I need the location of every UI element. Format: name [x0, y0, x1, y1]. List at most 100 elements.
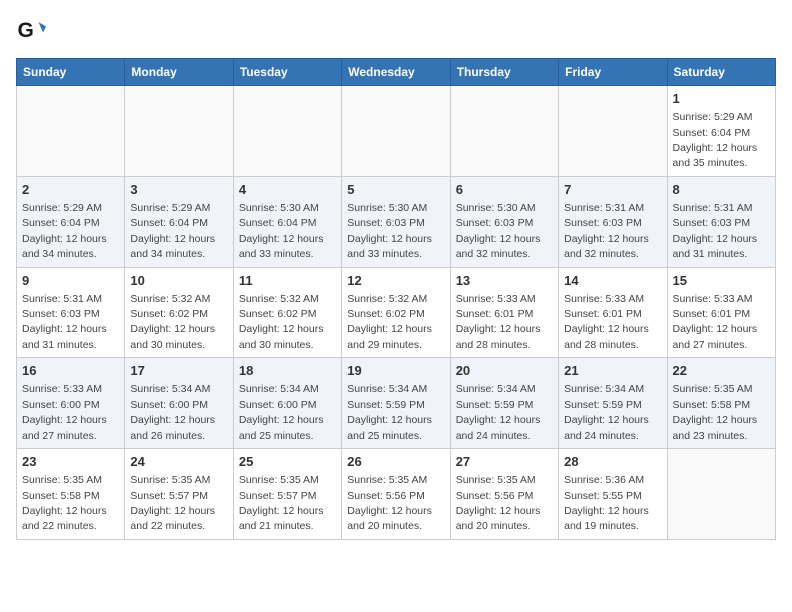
day-info: Sunrise: 5:34 AM Sunset: 5:59 PM Dayligh…	[456, 383, 541, 441]
day-number: 16	[22, 362, 119, 380]
day-info: Sunrise: 5:30 AM Sunset: 6:03 PM Dayligh…	[347, 202, 432, 260]
logo-icon: G	[16, 16, 46, 46]
day-number: 12	[347, 272, 444, 290]
weekday-header: Wednesday	[342, 59, 450, 86]
day-info: Sunrise: 5:32 AM Sunset: 6:02 PM Dayligh…	[239, 293, 324, 351]
day-info: Sunrise: 5:32 AM Sunset: 6:02 PM Dayligh…	[130, 293, 215, 351]
day-info: Sunrise: 5:34 AM Sunset: 6:00 PM Dayligh…	[130, 383, 215, 441]
calendar-cell: 18 Sunrise: 5:34 AM Sunset: 6:00 PM Dayli…	[233, 358, 341, 449]
weekday-header-row: SundayMondayTuesdayWednesdayThursdayFrid…	[17, 59, 776, 86]
calendar-cell: 6 Sunrise: 5:30 AM Sunset: 6:03 PM Daylig…	[450, 176, 558, 267]
day-number: 10	[130, 272, 227, 290]
calendar-cell: 24 Sunrise: 5:35 AM Sunset: 5:57 PM Dayli…	[125, 449, 233, 540]
calendar-cell	[125, 86, 233, 177]
day-info: Sunrise: 5:36 AM Sunset: 5:55 PM Dayligh…	[564, 474, 649, 532]
day-info: Sunrise: 5:29 AM Sunset: 6:04 PM Dayligh…	[130, 202, 215, 260]
calendar-cell: 27 Sunrise: 5:35 AM Sunset: 5:56 PM Dayli…	[450, 449, 558, 540]
day-number: 24	[130, 453, 227, 471]
day-number: 17	[130, 362, 227, 380]
weekday-header: Tuesday	[233, 59, 341, 86]
calendar-cell	[17, 86, 125, 177]
day-info: Sunrise: 5:35 AM Sunset: 5:57 PM Dayligh…	[130, 474, 215, 532]
calendar-cell: 21 Sunrise: 5:34 AM Sunset: 5:59 PM Dayli…	[559, 358, 667, 449]
calendar-cell: 17 Sunrise: 5:34 AM Sunset: 6:00 PM Dayli…	[125, 358, 233, 449]
day-info: Sunrise: 5:35 AM Sunset: 5:56 PM Dayligh…	[347, 474, 432, 532]
day-number: 21	[564, 362, 661, 380]
day-number: 3	[130, 181, 227, 199]
weekday-header: Thursday	[450, 59, 558, 86]
day-info: Sunrise: 5:34 AM Sunset: 5:59 PM Dayligh…	[564, 383, 649, 441]
calendar-cell	[450, 86, 558, 177]
day-info: Sunrise: 5:30 AM Sunset: 6:03 PM Dayligh…	[456, 202, 541, 260]
calendar-cell: 5 Sunrise: 5:30 AM Sunset: 6:03 PM Daylig…	[342, 176, 450, 267]
day-info: Sunrise: 5:35 AM Sunset: 5:57 PM Dayligh…	[239, 474, 324, 532]
calendar-cell	[559, 86, 667, 177]
calendar-cell: 23Sunrise: 5:35 AM Sunset: 5:58 PM Dayli…	[17, 449, 125, 540]
day-number: 15	[673, 272, 770, 290]
calendar-cell: 8 Sunrise: 5:31 AM Sunset: 6:03 PM Daylig…	[667, 176, 775, 267]
calendar-cell: 26 Sunrise: 5:35 AM Sunset: 5:56 PM Dayli…	[342, 449, 450, 540]
day-number: 13	[456, 272, 553, 290]
day-number: 28	[564, 453, 661, 471]
day-number: 14	[564, 272, 661, 290]
day-number: 25	[239, 453, 336, 471]
day-number: 7	[564, 181, 661, 199]
calendar-week-row: 1 Sunrise: 5:29 AM Sunset: 6:04 PM Daylig…	[17, 86, 776, 177]
logo: G	[16, 16, 48, 46]
day-number: 11	[239, 272, 336, 290]
calendar-cell: 4 Sunrise: 5:30 AM Sunset: 6:04 PM Daylig…	[233, 176, 341, 267]
weekday-header: Friday	[559, 59, 667, 86]
day-info: Sunrise: 5:35 AM Sunset: 5:58 PM Dayligh…	[673, 383, 758, 441]
day-info: Sunrise: 5:33 AM Sunset: 6:00 PM Dayligh…	[22, 383, 107, 441]
day-info: Sunrise: 5:35 AM Sunset: 5:56 PM Dayligh…	[456, 474, 541, 532]
day-number: 2	[22, 181, 119, 199]
day-number: 4	[239, 181, 336, 199]
day-number: 18	[239, 362, 336, 380]
svg-text:G: G	[18, 19, 34, 42]
day-info: Sunrise: 5:34 AM Sunset: 5:59 PM Dayligh…	[347, 383, 432, 441]
day-number: 6	[456, 181, 553, 199]
calendar-cell: 20 Sunrise: 5:34 AM Sunset: 5:59 PM Dayli…	[450, 358, 558, 449]
day-number: 22	[673, 362, 770, 380]
day-number: 19	[347, 362, 444, 380]
day-number: 27	[456, 453, 553, 471]
calendar-cell: 16 Sunrise: 5:33 AM Sunset: 6:00 PM Dayli…	[17, 358, 125, 449]
day-info: Sunrise: 5:33 AM Sunset: 6:01 PM Dayligh…	[673, 293, 758, 351]
calendar-cell: 13Sunrise: 5:33 AM Sunset: 6:01 PM Dayli…	[450, 267, 558, 358]
day-info: Sunrise: 5:31 AM Sunset: 6:03 PM Dayligh…	[22, 293, 107, 351]
day-number: 8	[673, 181, 770, 199]
day-info: Sunrise: 5:31 AM Sunset: 6:03 PM Dayligh…	[564, 202, 649, 260]
weekday-header: Sunday	[17, 59, 125, 86]
day-number: 20	[456, 362, 553, 380]
calendar-cell: 28 Sunrise: 5:36 AM Sunset: 5:55 PM Dayli…	[559, 449, 667, 540]
day-info: Sunrise: 5:29 AM Sunset: 6:04 PM Dayligh…	[673, 111, 758, 169]
calendar-cell: 19 Sunrise: 5:34 AM Sunset: 5:59 PM Dayli…	[342, 358, 450, 449]
day-info: Sunrise: 5:31 AM Sunset: 6:03 PM Dayligh…	[673, 202, 758, 260]
page-header: G	[16, 16, 776, 46]
calendar-cell	[233, 86, 341, 177]
day-info: Sunrise: 5:30 AM Sunset: 6:04 PM Dayligh…	[239, 202, 324, 260]
calendar-week-row: 16 Sunrise: 5:33 AM Sunset: 6:00 PM Dayli…	[17, 358, 776, 449]
day-number: 5	[347, 181, 444, 199]
calendar-week-row: 23Sunrise: 5:35 AM Sunset: 5:58 PM Dayli…	[17, 449, 776, 540]
calendar-cell	[667, 449, 775, 540]
calendar-cell: 7 Sunrise: 5:31 AM Sunset: 6:03 PM Daylig…	[559, 176, 667, 267]
calendar-cell	[342, 86, 450, 177]
calendar-cell: 22 Sunrise: 5:35 AM Sunset: 5:58 PM Dayli…	[667, 358, 775, 449]
day-number: 1	[673, 90, 770, 108]
day-info: Sunrise: 5:34 AM Sunset: 6:00 PM Dayligh…	[239, 383, 324, 441]
day-number: 26	[347, 453, 444, 471]
calendar-cell: 14 Sunrise: 5:33 AM Sunset: 6:01 PM Dayli…	[559, 267, 667, 358]
calendar-cell: 2 Sunrise: 5:29 AM Sunset: 6:04 PM Daylig…	[17, 176, 125, 267]
calendar-cell: 11 Sunrise: 5:32 AM Sunset: 6:02 PM Dayli…	[233, 267, 341, 358]
calendar-cell: 12Sunrise: 5:32 AM Sunset: 6:02 PM Dayli…	[342, 267, 450, 358]
day-number: 9	[22, 272, 119, 290]
calendar-week-row: 9 Sunrise: 5:31 AM Sunset: 6:03 PM Daylig…	[17, 267, 776, 358]
calendar-cell: 25 Sunrise: 5:35 AM Sunset: 5:57 PM Dayli…	[233, 449, 341, 540]
day-info: Sunrise: 5:33 AM Sunset: 6:01 PM Dayligh…	[564, 293, 649, 351]
day-info: Sunrise: 5:29 AM Sunset: 6:04 PM Dayligh…	[22, 202, 107, 260]
calendar-cell: 1 Sunrise: 5:29 AM Sunset: 6:04 PM Daylig…	[667, 86, 775, 177]
calendar-cell: 15 Sunrise: 5:33 AM Sunset: 6:01 PM Dayli…	[667, 267, 775, 358]
calendar-week-row: 2 Sunrise: 5:29 AM Sunset: 6:04 PM Daylig…	[17, 176, 776, 267]
day-info: Sunrise: 5:35 AM Sunset: 5:58 PM Dayligh…	[22, 474, 107, 532]
